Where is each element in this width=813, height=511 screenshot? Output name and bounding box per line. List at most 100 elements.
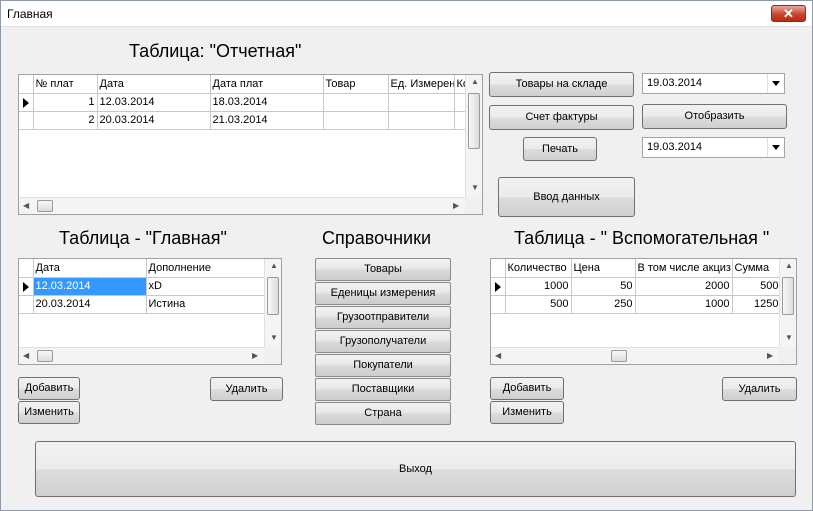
- table-cell[interactable]: 1250: [732, 295, 782, 314]
- main-edit-button[interactable]: Изменить: [18, 401, 80, 424]
- table-cell[interactable]: 21.03.2014: [210, 111, 324, 130]
- column-header[interactable]: Дата: [97, 75, 211, 94]
- vertical-scrollbar[interactable]: ▲ ▼: [779, 259, 796, 347]
- scroll-thumb[interactable]: [37, 350, 53, 362]
- vertical-scrollbar[interactable]: ▲ ▼: [264, 259, 281, 347]
- data-entry-button[interactable]: Ввод данных: [498, 177, 635, 217]
- horizontal-scrollbar[interactable]: ◀ ▶: [491, 347, 779, 364]
- row-selector[interactable]: [19, 277, 34, 296]
- table-cell[interactable]: 1: [33, 93, 98, 112]
- aux-delete-button[interactable]: Удалить: [722, 377, 797, 401]
- table-cell[interactable]: 1000: [505, 277, 572, 296]
- row-selector[interactable]: [19, 295, 34, 314]
- table-row[interactable]: 1 12.03.2014 18.03.2014: [19, 93, 468, 112]
- table-row[interactable]: 20.03.2014 Истина: [19, 295, 267, 314]
- header-corner: [19, 259, 34, 278]
- print-button[interactable]: Печать: [523, 137, 597, 161]
- vertical-scrollbar[interactable]: ▲ ▼: [465, 75, 482, 197]
- table-cell[interactable]: xD: [146, 277, 267, 296]
- date-combo-2[interactable]: 19.03.2014: [642, 137, 785, 158]
- invoice-button[interactable]: Счет фактуры: [489, 105, 634, 130]
- row-selector[interactable]: [491, 277, 506, 296]
- chevron-down-icon[interactable]: [767, 138, 784, 157]
- main-header-row: Дата Дополнение: [19, 259, 267, 278]
- column-header[interactable]: В том числе акциз: [635, 259, 733, 278]
- ref-button-goods[interactable]: Товары: [315, 258, 451, 281]
- row-selector[interactable]: [19, 93, 34, 112]
- column-header[interactable]: Дополнение: [146, 259, 267, 278]
- table-cell[interactable]: 1000: [635, 295, 733, 314]
- table-cell[interactable]: [388, 111, 455, 130]
- scroll-left-icon[interactable]: ◀: [23, 351, 29, 360]
- table-row[interactable]: 2 20.03.2014 21.03.2014: [19, 111, 468, 130]
- column-header[interactable]: № плат: [33, 75, 98, 94]
- scroll-thumb[interactable]: [611, 350, 627, 362]
- ref-button-buyers[interactable]: Покупатели: [315, 354, 451, 377]
- title-bar: Главная ✕: [1, 1, 812, 27]
- row-selector[interactable]: [491, 295, 506, 314]
- column-header[interactable]: Сумма: [732, 259, 782, 278]
- column-header[interactable]: Количество: [505, 259, 572, 278]
- scroll-up-icon[interactable]: ▲: [471, 77, 479, 86]
- scroll-down-icon[interactable]: ▼: [785, 333, 793, 342]
- scroll-down-icon[interactable]: ▼: [471, 183, 479, 192]
- table-cell[interactable]: 250: [571, 295, 636, 314]
- table-cell[interactable]: 12.03.2014: [97, 93, 211, 112]
- ref-button-shippers[interactable]: Грузоотправители: [315, 306, 451, 329]
- scroll-left-icon[interactable]: ◀: [495, 351, 501, 360]
- aux-grid[interactable]: Количество Цена В том числе акциз Сумма …: [490, 258, 797, 365]
- scroll-thumb[interactable]: [267, 277, 279, 315]
- scroll-up-icon[interactable]: ▲: [270, 261, 278, 270]
- ref-button-suppliers[interactable]: Поставщики: [315, 378, 451, 401]
- table-cell[interactable]: Истина: [146, 295, 267, 314]
- ref-button-consignees[interactable]: Грузополучатели: [315, 330, 451, 353]
- scroll-down-icon[interactable]: ▼: [270, 333, 278, 342]
- table-cell[interactable]: 12.03.2014: [33, 277, 147, 296]
- table-cell[interactable]: [323, 111, 389, 130]
- aux-add-button[interactable]: Добавить: [490, 377, 564, 400]
- show-button[interactable]: Отобразить: [642, 104, 787, 129]
- table-row[interactable]: 500 250 1000 1250: [491, 295, 782, 314]
- ref-button-units[interactable]: Еденицы измерения: [315, 282, 451, 305]
- table-cell[interactable]: [388, 93, 455, 112]
- table-cell[interactable]: 20.03.2014: [33, 295, 147, 314]
- table-cell[interactable]: 20.03.2014: [97, 111, 211, 130]
- table-cell[interactable]: 500: [505, 295, 572, 314]
- column-header[interactable]: Товар: [323, 75, 389, 94]
- table-cell[interactable]: 18.03.2014: [210, 93, 324, 112]
- table-cell[interactable]: 500: [732, 277, 782, 296]
- triangle-right-icon: [23, 281, 29, 292]
- scroll-thumb[interactable]: [468, 93, 480, 149]
- table-cell[interactable]: 50: [571, 277, 636, 296]
- scroll-thumb[interactable]: [782, 277, 794, 315]
- horizontal-scrollbar[interactable]: ◀ ▶: [19, 197, 465, 214]
- table-cell[interactable]: 2: [33, 111, 98, 130]
- table-cell[interactable]: 2000: [635, 277, 733, 296]
- chevron-down-icon[interactable]: [767, 74, 784, 93]
- column-header[interactable]: Цена: [571, 259, 636, 278]
- table-row[interactable]: 12.03.2014 xD: [19, 277, 267, 296]
- close-button[interactable]: ✕: [771, 5, 806, 22]
- date-combo-1[interactable]: 19.03.2014: [642, 73, 785, 94]
- column-header[interactable]: Дата плат: [210, 75, 324, 94]
- scroll-thumb[interactable]: [37, 200, 53, 212]
- scroll-right-icon[interactable]: ▶: [252, 351, 258, 360]
- stock-button[interactable]: Товары на складе: [489, 72, 634, 97]
- exit-button[interactable]: Выход: [35, 441, 796, 497]
- scroll-left-icon[interactable]: ◀: [23, 201, 29, 210]
- table-row[interactable]: 1000 50 2000 500: [491, 277, 782, 296]
- main-add-button[interactable]: Добавить: [18, 377, 80, 400]
- horizontal-scrollbar[interactable]: ◀ ▶: [19, 347, 264, 364]
- table-cell[interactable]: [323, 93, 389, 112]
- main-grid[interactable]: Дата Дополнение 12.03.2014 xD 20.03.2014…: [18, 258, 282, 365]
- report-grid[interactable]: № плат Дата Дата плат Товар Ед. Измерен …: [18, 74, 483, 215]
- main-delete-button[interactable]: Удалить: [210, 377, 283, 401]
- scroll-right-icon[interactable]: ▶: [767, 351, 773, 360]
- scroll-up-icon[interactable]: ▲: [785, 261, 793, 270]
- row-selector[interactable]: [19, 111, 34, 130]
- scroll-right-icon[interactable]: ▶: [453, 201, 459, 210]
- column-header[interactable]: Дата: [33, 259, 147, 278]
- column-header[interactable]: Ед. Измерен: [388, 75, 455, 94]
- ref-button-country[interactable]: Страна: [315, 402, 451, 425]
- aux-edit-button[interactable]: Изменить: [490, 401, 564, 424]
